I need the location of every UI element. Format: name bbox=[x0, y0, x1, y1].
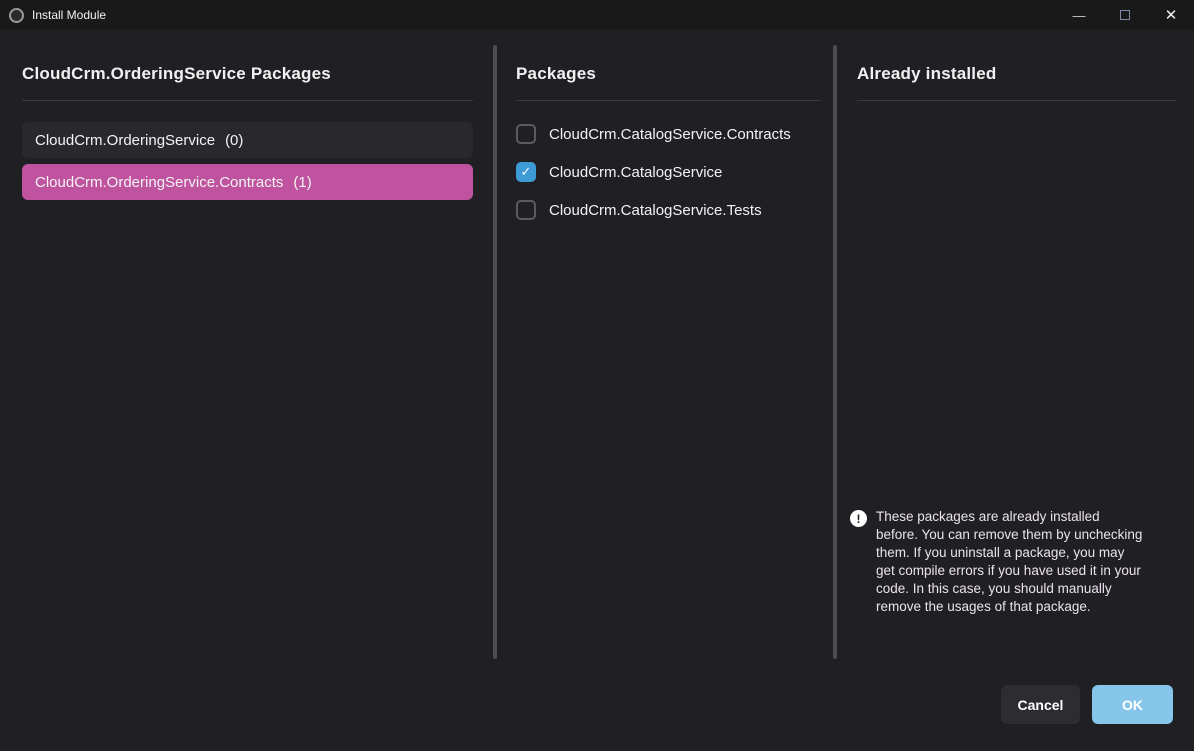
ok-button[interactable]: OK bbox=[1092, 685, 1173, 724]
already-installed-panel: Already installed ! These packages are a… bbox=[837, 30, 1194, 751]
note-text: These packages are already installed bef… bbox=[876, 508, 1144, 616]
modules-panel-title: CloudCrm.OrderingService Packages bbox=[22, 62, 473, 86]
content-area: CloudCrm.OrderingService Packages CloudC… bbox=[0, 30, 1194, 751]
maximize-button[interactable] bbox=[1102, 0, 1148, 30]
window-controls: — ✕ bbox=[1056, 0, 1194, 30]
module-item-label: CloudCrm.OrderingService.Contracts bbox=[35, 174, 283, 191]
package-list: CloudCrm.CatalogService.Contracts ✓ CloudC… bbox=[516, 115, 821, 229]
info-icon: ! bbox=[850, 510, 867, 527]
package-label: CloudCrm.CatalogService.Tests bbox=[549, 202, 762, 219]
package-row[interactable]: CloudCrm.CatalogService.Contracts bbox=[516, 115, 821, 153]
cancel-button[interactable]: Cancel bbox=[1001, 685, 1080, 724]
checkbox-checked-icon[interactable]: ✓ bbox=[516, 162, 536, 182]
close-button[interactable]: ✕ bbox=[1148, 0, 1194, 30]
package-row[interactable]: ✓ CloudCrm.CatalogService bbox=[516, 153, 821, 191]
footer-actions: Cancel OK bbox=[1001, 685, 1173, 724]
module-item-count: (0) bbox=[225, 132, 243, 149]
packages-panel-title: Packages bbox=[516, 62, 821, 86]
already-installed-title: Already installed bbox=[857, 62, 1176, 86]
packages-panel-divider bbox=[516, 100, 821, 101]
install-module-window: Install Module — ✕ CloudCrm.OrderingServ… bbox=[0, 0, 1194, 751]
module-item[interactable]: CloudCrm.OrderingService.Contracts (1) bbox=[22, 164, 473, 200]
already-installed-divider bbox=[857, 100, 1176, 101]
window-title: Install Module bbox=[32, 8, 106, 22]
maximize-icon bbox=[1120, 10, 1130, 20]
app-logo-icon bbox=[9, 8, 24, 23]
module-list: CloudCrm.OrderingService(0)CloudCrm.Orde… bbox=[22, 122, 473, 200]
packages-panel: Packages CloudCrm.CatalogService.Contrac… bbox=[497, 30, 833, 751]
checkbox-unchecked-icon[interactable] bbox=[516, 200, 536, 220]
module-item-label: CloudCrm.OrderingService bbox=[35, 132, 215, 149]
checkbox-unchecked-icon[interactable] bbox=[516, 124, 536, 144]
already-installed-note: ! These packages are already installed b… bbox=[850, 508, 1176, 616]
modules-panel-divider bbox=[22, 100, 473, 101]
package-label: CloudCrm.CatalogService.Contracts bbox=[549, 126, 791, 143]
module-item-count: (1) bbox=[293, 174, 311, 191]
minimize-button[interactable]: — bbox=[1056, 0, 1102, 30]
package-row[interactable]: CloudCrm.CatalogService.Tests bbox=[516, 191, 821, 229]
titlebar: Install Module — ✕ bbox=[0, 0, 1194, 30]
package-label: CloudCrm.CatalogService bbox=[549, 164, 722, 181]
modules-panel: CloudCrm.OrderingService Packages CloudC… bbox=[0, 30, 493, 751]
module-item[interactable]: CloudCrm.OrderingService (0) bbox=[22, 122, 473, 158]
